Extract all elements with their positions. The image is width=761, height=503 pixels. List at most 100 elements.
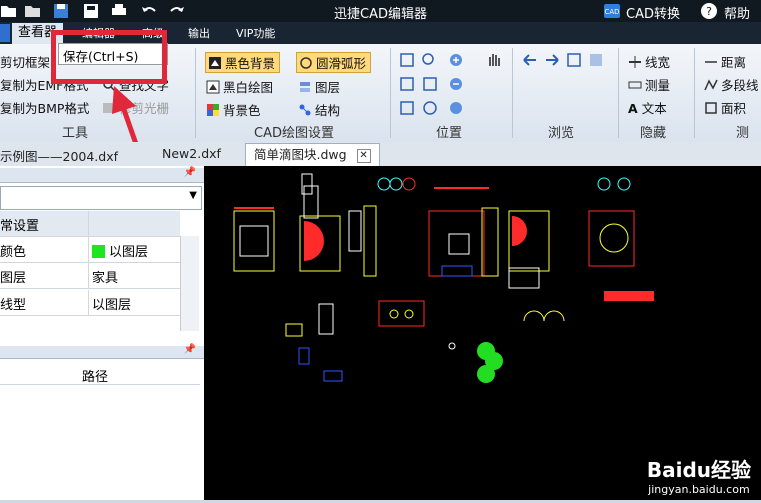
property-key: 图层	[0, 271, 27, 286]
bw-drawing-icon	[206, 80, 220, 94]
color-swatch	[92, 245, 105, 258]
layers-button[interactable]: 图层	[298, 77, 340, 96]
property-value-text: 以图层	[109, 245, 149, 260]
property-value-text: 家具	[92, 271, 119, 286]
zoom-out-icon[interactable]	[448, 76, 468, 92]
properties-scrollbar[interactable]	[180, 236, 199, 331]
measure-label: 测量	[645, 78, 671, 93]
distance-icon	[705, 61, 717, 63]
cad-shape	[323, 370, 343, 382]
path-panel-header: 📌	[0, 344, 204, 359]
doc-tab-sample[interactable]: 示例图——2004.dxf	[0, 146, 118, 165]
structure-button[interactable]: 结构	[298, 100, 340, 119]
app-menu-button[interactable]	[0, 24, 10, 42]
area-button[interactable]: 面积	[704, 98, 746, 117]
smooth-arc-label: 圆滑弧形	[316, 56, 367, 71]
ribbon-separator	[195, 48, 196, 138]
pin-icon[interactable]: 📌	[184, 344, 196, 355]
cad-shape	[378, 300, 425, 327]
column-divider	[88, 263, 89, 288]
cad-shape	[543, 310, 565, 322]
smooth-arc-icon	[300, 57, 312, 69]
cad-shape	[523, 310, 545, 322]
pan-hand-icon[interactable]	[485, 50, 503, 68]
polyline-button[interactable]: 多段线	[704, 75, 759, 94]
group-label-hide: 隐藏	[640, 126, 667, 141]
line-width-icon	[629, 56, 641, 68]
line-width-toggle[interactable]: 线宽	[628, 52, 670, 71]
cad-convert-icon[interactable]: CAD	[603, 2, 621, 20]
property-row[interactable]: 常设置	[0, 211, 180, 237]
cad-shape	[304, 221, 324, 261]
doc-tab-active[interactable]: 简单滴图块.dwg ✕	[245, 143, 380, 166]
cad-shape	[604, 291, 654, 301]
distance-button[interactable]: 距离	[704, 52, 746, 71]
cad-shape	[441, 265, 473, 277]
cad-shape	[303, 185, 319, 219]
group-label-cad-settings: CAD绘图设置	[254, 126, 334, 141]
fit-extents-icon[interactable]	[400, 76, 440, 92]
cad-shape	[377, 177, 391, 191]
cad-shape	[389, 309, 399, 319]
measure-toggle[interactable]: 测量	[628, 75, 670, 94]
close-tab-icon[interactable]: ✕	[356, 149, 371, 163]
zoom-window-icon[interactable]	[400, 52, 440, 68]
property-key: 线型	[0, 298, 27, 313]
bw-drawing-label: 黑白绘图	[223, 80, 274, 95]
cut-frame-button[interactable]: 剪切框架	[0, 52, 50, 71]
title-bar: 迅捷CAD编辑器 CAD CAD转换 ? 帮助	[0, 0, 761, 22]
cad-shape	[285, 323, 303, 337]
ribbon-separator	[618, 48, 619, 138]
group-label-browse: 浏览	[548, 126, 575, 141]
property-key: 常设置	[0, 219, 40, 234]
zoom-options-icon[interactable]	[448, 100, 468, 116]
cad-shape	[597, 177, 611, 191]
tab-output[interactable]: 输出	[188, 25, 210, 41]
object-selector[interactable]: ▼	[0, 186, 202, 210]
cad-shape	[448, 233, 470, 255]
cad-shape	[617, 177, 631, 191]
cad-shape	[318, 303, 334, 335]
layers-icon	[300, 82, 310, 92]
black-white-drawing-toggle[interactable]: 黑白绘图	[206, 77, 273, 96]
column-divider	[88, 290, 89, 315]
column-divider	[88, 211, 89, 236]
background-color-button[interactable]: 背景色	[206, 100, 261, 119]
text-toggle[interactable]: A 文本	[628, 98, 667, 117]
svg-text:?: ?	[706, 5, 712, 18]
pin-icon[interactable]: 📌	[184, 167, 196, 178]
tab-vip[interactable]: VIP功能	[236, 25, 275, 41]
black-background-toggle[interactable]: 黑色背景	[205, 52, 281, 73]
property-value[interactable]: 以图层	[92, 294, 131, 313]
distance-label: 距离	[721, 55, 747, 70]
zoom-in-icon[interactable]	[448, 52, 468, 68]
help-button[interactable]: 帮助	[724, 3, 750, 22]
zoom-previous-icon[interactable]	[400, 100, 440, 116]
property-value[interactable]: 以图层	[92, 241, 148, 260]
copy-bmp-button[interactable]: 复制为BMP格式	[0, 98, 89, 117]
property-value[interactable]: 家具	[92, 267, 118, 286]
line-width-label: 线宽	[645, 55, 671, 70]
smooth-arc-toggle[interactable]: 圆滑弧形	[296, 52, 372, 73]
help-icon[interactable]: ?	[700, 2, 718, 20]
properties-panel: 📌 ▼ 常设置颜色 以图层图层 家具线型 以图层 📌 路径	[0, 166, 204, 500]
property-row[interactable]: 颜色 以图层	[0, 237, 180, 263]
cad-canvas[interactable]: Baidu经验 jingyan.baidu.com	[204, 166, 761, 500]
text-a-icon: A	[628, 101, 638, 116]
group-label-tools: 工具	[62, 126, 89, 141]
doc-tab-new2[interactable]: New2.dxf	[162, 146, 221, 161]
area-icon	[705, 102, 717, 114]
cad-convert-button[interactable]: CAD转换	[626, 3, 680, 22]
property-row[interactable]: 线型 以图层	[0, 290, 180, 316]
highlight-box	[51, 30, 167, 84]
path-header-label: 路径	[82, 370, 109, 385]
watermark-url: jingyan.baidu.com	[648, 483, 750, 496]
browse-arrows-icon[interactable]	[522, 52, 612, 68]
svg-text:CAD: CAD	[604, 8, 619, 16]
black-bg-icon	[209, 57, 221, 69]
bg-color-label: 背景色	[223, 103, 261, 118]
cad-shape	[389, 177, 403, 191]
ribbon-separator	[512, 48, 513, 138]
property-row[interactable]: 图层 家具	[0, 263, 180, 289]
property-value-text: 以图层	[92, 298, 132, 313]
